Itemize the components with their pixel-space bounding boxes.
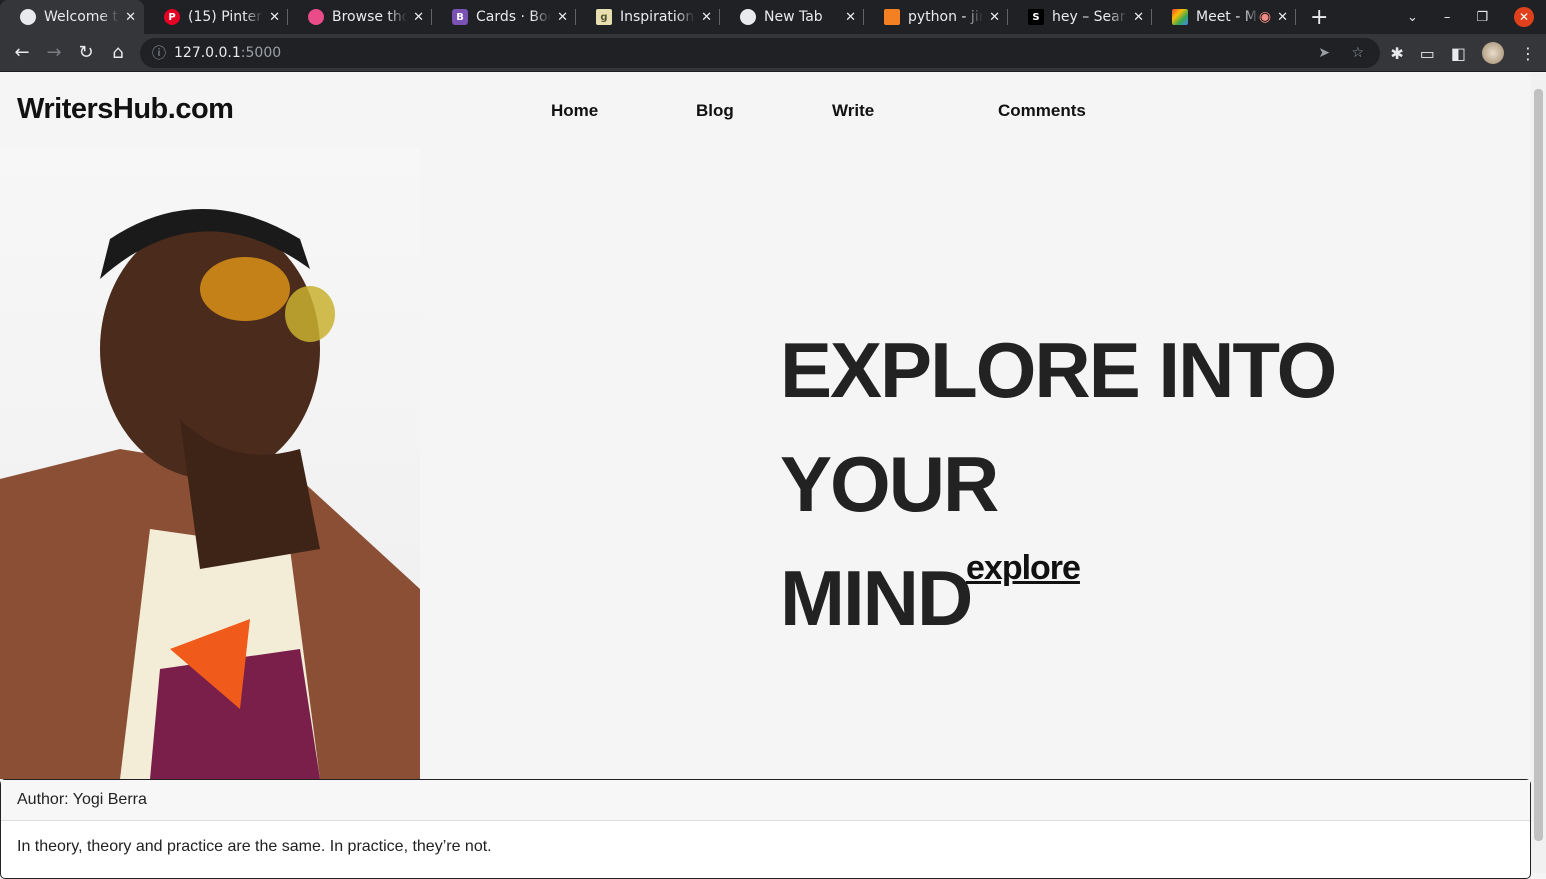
goodreads-icon: g	[596, 9, 612, 25]
chrome-icon	[740, 9, 756, 25]
info-icon: ⓘ	[152, 46, 166, 62]
stackoverflow-icon	[884, 9, 900, 25]
tab[interactable]: Browse thousands✕	[288, 0, 432, 34]
tab[interactable]: gInspirational✕	[576, 0, 720, 34]
cast-icon[interactable]: ▭	[1420, 44, 1435, 63]
hero-heading: EXPLORE INTO YOUR MIND	[780, 326, 1337, 642]
browser-toolbar: ← → ↻ ⌂ ⓘ 127.0.0.1:5000 ➤ ☆ ✱ ▭ ◧ ⋮	[0, 34, 1546, 72]
restore-button[interactable]: ❐	[1476, 10, 1488, 25]
close-tab-icon[interactable]: ✕	[1133, 10, 1144, 25]
send-icon[interactable]: ➤	[1318, 45, 1330, 61]
scrollbar-thumb[interactable]	[1534, 89, 1543, 841]
pinterest-icon: P	[164, 9, 180, 25]
close-tab-icon[interactable]: ✕	[701, 10, 712, 25]
dribbble-icon	[308, 9, 324, 25]
forward-button[interactable]: →	[38, 42, 70, 63]
globe-icon	[20, 9, 36, 25]
close-tab-icon[interactable]: ✕	[845, 10, 856, 25]
search-s-icon: S	[1028, 9, 1044, 25]
tab[interactable]: Shey – Search✕	[1008, 0, 1152, 34]
close-tab-icon[interactable]: ✕	[269, 10, 280, 25]
nav-home[interactable]: Home	[551, 101, 598, 121]
close-tab-icon[interactable]: ✕	[1277, 10, 1288, 25]
meet-icon	[1172, 9, 1188, 25]
tab[interactable]: Welcome to WritersHub✕	[0, 0, 144, 34]
tab-search-icon[interactable]: ⌄	[1407, 10, 1418, 25]
address-bar[interactable]: ⓘ 127.0.0.1:5000 ➤ ☆	[140, 38, 1380, 68]
quote-text: In theory, theory and practice are the s…	[17, 838, 492, 855]
new-tab-button[interactable]: +	[1310, 5, 1328, 30]
tab[interactable]: python - jinja✕	[864, 0, 1008, 34]
nav-write[interactable]: Write	[832, 101, 874, 121]
side-panel-icon[interactable]: ◧	[1451, 44, 1466, 63]
close-tab-icon[interactable]: ✕	[989, 10, 1000, 25]
home-button[interactable]: ⌂	[102, 42, 134, 63]
bootstrap-icon: B	[452, 9, 468, 25]
nav-blog[interactable]: Blog	[696, 101, 734, 121]
bookmark-star-icon[interactable]: ☆	[1351, 45, 1364, 61]
reload-button[interactable]: ↻	[70, 42, 102, 63]
profile-avatar[interactable]	[1482, 42, 1504, 64]
scrollbar[interactable]	[1531, 73, 1546, 873]
minimize-button[interactable]: –	[1444, 10, 1451, 25]
close-tab-icon[interactable]: ✕	[413, 10, 424, 25]
tab[interactable]: BCards · Bootstrap✕	[432, 0, 576, 34]
tab[interactable]: Meet - Meeting◉✕	[1152, 0, 1296, 34]
close-tab-icon[interactable]: ✕	[125, 10, 136, 25]
explore-link[interactable]: explore	[966, 549, 1081, 588]
nav-comments[interactable]: Comments	[998, 101, 1086, 121]
close-tab-icon[interactable]: ✕	[557, 10, 568, 25]
quote-card: Author: Yogi Berra In theory, theory and…	[0, 779, 1531, 879]
tab[interactable]: P(15) Pinterest✕	[144, 0, 288, 34]
site-logo[interactable]: WritersHub.com	[17, 93, 234, 126]
menu-icon[interactable]: ⋮	[1520, 44, 1536, 63]
close-window-button[interactable]: ✕	[1514, 7, 1534, 27]
recording-icon: ◉	[1258, 9, 1272, 25]
quote-author: Author: Yogi Berra	[1, 780, 1530, 821]
hero-image	[0, 149, 420, 779]
back-button[interactable]: ←	[6, 42, 38, 63]
extensions-icon[interactable]: ✱	[1390, 44, 1403, 63]
page: WritersHub.com Home Blog Write Comments …	[0, 73, 1531, 879]
tab-strip: Welcome to WritersHub✕ P(15) Pinterest✕ …	[0, 0, 1546, 34]
tab[interactable]: New Tab ✕	[720, 0, 864, 34]
